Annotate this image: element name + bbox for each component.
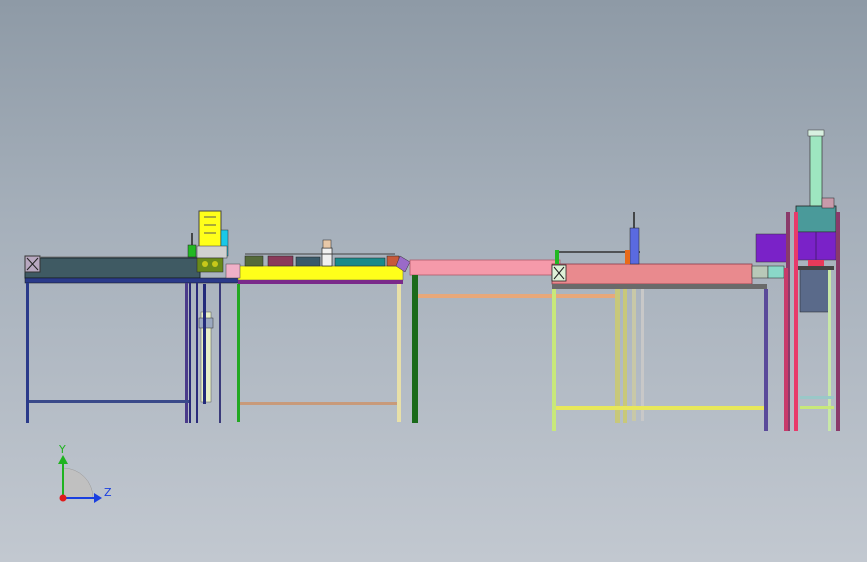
press-cylinder bbox=[321, 247, 333, 267]
tower-head bbox=[795, 205, 837, 233]
conveyor-frame-top bbox=[24, 277, 241, 284]
feeder-housing bbox=[198, 210, 222, 248]
salmon-table-frame bbox=[552, 284, 767, 289]
green-sensor bbox=[187, 244, 197, 258]
assembly-table-leg bbox=[397, 284, 401, 422]
tower-frame-right bbox=[836, 212, 840, 431]
assembly-table-top bbox=[237, 265, 404, 281]
assembly-table-crossbar bbox=[240, 402, 397, 405]
salmon-table-leg bbox=[764, 289, 768, 431]
feeder-base bbox=[196, 245, 228, 259]
pink-table-leg bbox=[412, 275, 418, 423]
press-column bbox=[629, 227, 640, 265]
pink-table-crossbar bbox=[418, 294, 618, 298]
salmon-table-crossbar bbox=[556, 406, 764, 410]
pink-table-top bbox=[409, 259, 561, 276]
fixture-block bbox=[244, 255, 264, 267]
salmon-table-leg bbox=[632, 289, 636, 421]
rail-bracket bbox=[555, 250, 559, 264]
purple-bin bbox=[755, 233, 789, 263]
conveyor-crossbar bbox=[29, 400, 189, 403]
coordinate-triad: Y Z bbox=[58, 443, 112, 503]
fixture-block bbox=[267, 255, 294, 267]
connector-fitting bbox=[751, 265, 769, 279]
pink-table-leg bbox=[615, 275, 620, 423]
z-axis-label: Z bbox=[104, 486, 112, 499]
tower-column bbox=[809, 133, 823, 209]
y-axis-label: Y bbox=[58, 443, 66, 456]
triad-quadrant bbox=[62, 467, 94, 499]
salmon-table-leg bbox=[552, 289, 556, 431]
vertical-feeder-unit[interactable] bbox=[187, 210, 229, 404]
fixture-block bbox=[295, 256, 321, 267]
teal-rail bbox=[334, 257, 386, 267]
gear-mechanism bbox=[196, 257, 224, 273]
conveyor-belt bbox=[24, 257, 201, 279]
triad-origin bbox=[59, 494, 67, 502]
assembly-table-leg bbox=[237, 284, 240, 422]
output-tower[interactable] bbox=[755, 129, 840, 431]
assembly-line-drawing: Y Z bbox=[24, 129, 840, 503]
assembly-table-frame bbox=[238, 280, 403, 284]
conveyor-leg bbox=[26, 283, 29, 423]
tower-frame bbox=[794, 212, 798, 431]
assembly-station[interactable] bbox=[225, 239, 411, 422]
tower-hopper bbox=[799, 267, 831, 313]
salmon-table-top bbox=[551, 263, 753, 285]
salmon-table-leg bbox=[641, 289, 644, 421]
cad-viewport[interactable]: Y Z bbox=[0, 0, 867, 562]
pink-table-leg bbox=[623, 275, 627, 423]
press-station[interactable] bbox=[551, 212, 785, 431]
